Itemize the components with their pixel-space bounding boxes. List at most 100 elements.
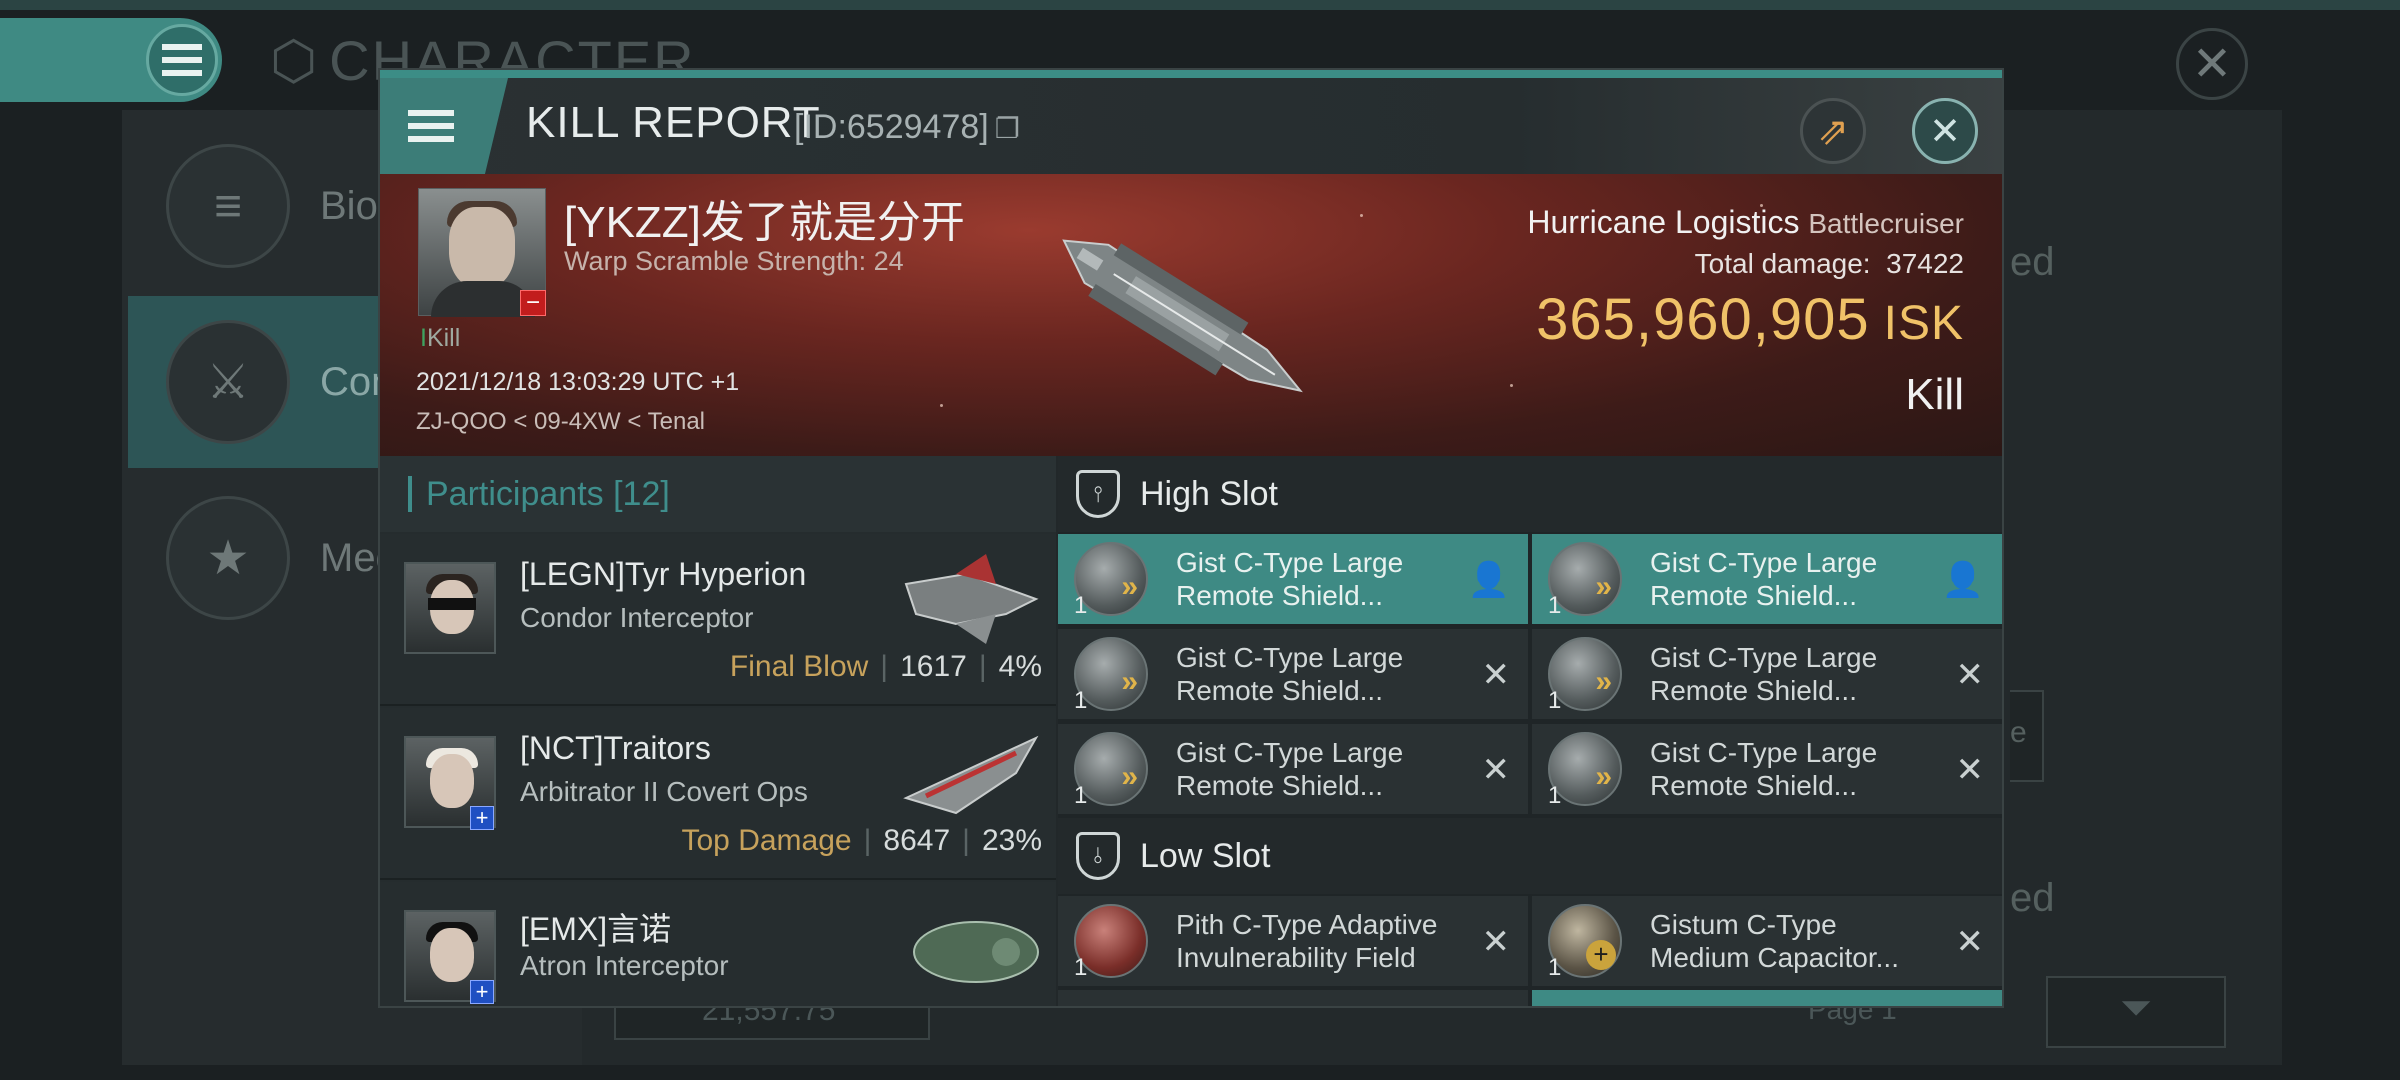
- module-slot[interactable]: 1 Pith C-Type Adaptive Invulnerability Fi…: [1058, 896, 1528, 986]
- module-qty: 1: [1074, 687, 1088, 714]
- top-damage-tag: Top Damage: [681, 824, 852, 857]
- destroyed-icon: ✕: [1481, 923, 1511, 961]
- victim-banner: − [YKZZ]发了就是分开 Warp Scramble Strength: 2…: [380, 174, 2002, 456]
- participant-ship: Condor Interceptor: [520, 602, 754, 633]
- goggles: [428, 598, 476, 610]
- module-slot[interactable]: » 1 Gist C-Type Large Remote Shield... 👤: [1058, 534, 1528, 624]
- vitruvian-icon: ⬡: [270, 31, 320, 91]
- star-speck: [1360, 214, 1363, 217]
- high-slot-header: ⫯ High Slot: [1058, 456, 2002, 532]
- participant-avatar: [404, 562, 496, 654]
- top-strip: [0, 0, 2400, 10]
- module-qty: 1: [1074, 782, 1088, 809]
- module-slot[interactable]: » 1 Gist C-Type Large Remote Shield... ✕: [1532, 724, 2002, 814]
- participant-name: [EMX]言诺: [520, 911, 672, 947]
- total-damage: Total damage: 37422: [1694, 248, 1964, 279]
- participant-damage: 1617: [900, 650, 967, 683]
- participants-header[interactable]: Participants [12]: [380, 456, 1056, 532]
- module-name: Gist C-Type Large Remote Shield...: [1176, 737, 1404, 801]
- module-qty: 1: [1074, 954, 1088, 981]
- module-slot[interactable]: + 1 Gistum C-Type Medium Capacitor... ✕: [1532, 896, 2002, 986]
- star-badge-icon: ★: [166, 496, 290, 620]
- kill-id: [ID:6529478] ❐: [794, 108, 1020, 146]
- module-slot[interactable]: » 1 Gist C-Type Large Remote Shield... ✕: [1532, 629, 2002, 719]
- close-button[interactable]: ✕: [1912, 98, 1978, 164]
- pilot-icon: 👤: [1467, 561, 1510, 599]
- kill-location[interactable]: ZJ-QOO < 09-4XW < Tenal: [416, 408, 705, 436]
- destroyed-icon: ✕: [1481, 656, 1511, 694]
- fitting-panel: ⫯ High Slot » 1 Gist C-Type Large Remote …: [1058, 456, 2002, 1006]
- destroyed-icon: ✕: [1955, 923, 1985, 961]
- module-name: Pith C-Type Adaptive Invulnerability Fiel…: [1176, 909, 1438, 973]
- module-qty: 1: [1548, 954, 1562, 981]
- module-name: Gist C-Type Large Remote Shield...: [1176, 642, 1404, 706]
- filter-button[interactable]: ⏷: [2046, 976, 2226, 1048]
- module-slot[interactable]: » 1 Gist C-Type Large Remote Shield... ✕: [1058, 724, 1528, 814]
- filter-icon: ⏷: [2120, 986, 2152, 1030]
- participant-row[interactable]: + [EMX]言诺 Atron Interceptor: [380, 882, 1056, 1006]
- result-label: Kill: [1905, 370, 1964, 419]
- character-close-button[interactable]: ✕: [2176, 28, 2248, 100]
- participant-damage: 8647: [883, 824, 951, 857]
- module-slot[interactable]: » 1 Gist C-Type Large Remote Shield... 👤: [1532, 534, 2002, 624]
- modal-accent-line: [380, 70, 2002, 78]
- participant-stats: Final Blow | 1617 | 4%: [729, 650, 1042, 683]
- warp-scramble-strength: Warp Scramble Strength: 24: [564, 246, 904, 276]
- main-menu-button[interactable]: [146, 24, 218, 96]
- star-speck: [940, 404, 943, 407]
- participant-row[interactable]: + [NCT]Traitors Arbitrator II Covert Ops…: [380, 708, 1056, 880]
- participant-ship: Atron Interceptor: [520, 950, 729, 981]
- modal-title: KILL REPORT: [526, 98, 821, 147]
- star-speck: [1510, 384, 1513, 387]
- module-name: Gist C-Type Large Remote Shield...: [1650, 642, 1878, 706]
- destroyed-icon: ✕: [1955, 751, 1985, 789]
- bg-text-fragment: e: [2010, 716, 2027, 749]
- hamburger-icon: [162, 44, 202, 76]
- close-icon: ✕: [2191, 38, 2233, 91]
- victim-ship-name: Hurricane Logistics Battlecruiser: [1527, 204, 1964, 240]
- destroyed-icon: ✕: [1481, 751, 1511, 789]
- module-slot-partial[interactable]: [1532, 990, 2002, 1006]
- participant-name: [NCT]Traitors: [520, 730, 711, 766]
- participants-panel: Participants [12] [LEGN]Tyr Hyperion Con…: [380, 456, 1056, 1006]
- module-name: Gist C-Type Large Remote Shield...: [1650, 737, 1878, 801]
- pilot-icon: 👤: [1941, 561, 1984, 599]
- participant-stats: Top Damage | 8647 | 23%: [681, 824, 1043, 857]
- participant-percent: 4%: [998, 650, 1042, 683]
- module-name: Gist C-Type Large Remote Shield...: [1650, 547, 1878, 611]
- bg-text-fragment: ed: [2010, 240, 2055, 284]
- menu-lines-icon: ≡: [166, 144, 290, 268]
- participant-ship-image: [903, 735, 1039, 815]
- participant-ship-image: [904, 554, 1039, 644]
- module-qty: 1: [1074, 592, 1088, 619]
- participant-ship: Arbitrator II Covert Ops: [520, 776, 808, 807]
- crossed-swords-icon: ⚔: [166, 320, 290, 444]
- kill-datetime: 2021/12/18 13:03:29 UTC +1: [416, 368, 740, 396]
- module-name: Gistum C-Type Medium Capacitor...: [1650, 909, 1899, 973]
- modal-header: KILL REPORT [ID:6529478] ❐ ⇗ ✕: [380, 78, 2002, 174]
- participant-row[interactable]: [LEGN]Tyr Hyperion Condor Interceptor Fi…: [380, 534, 1056, 706]
- victim-name: [YKZZ]发了就是分开: [564, 198, 965, 247]
- participant-percent: 23%: [981, 824, 1042, 857]
- share-button[interactable]: ⇗: [1800, 98, 1866, 164]
- isk-value: 365,960,905 ISK: [1536, 287, 1964, 352]
- low-slot-header: ⫰ Low Slot: [1058, 818, 2002, 894]
- victim-ship-image: [1062, 239, 1303, 393]
- isk-unit: ISK: [1883, 297, 1964, 350]
- kill-count: IKill: [420, 324, 461, 352]
- modal-menu-button[interactable]: [380, 78, 508, 174]
- friendly-badge: +: [470, 980, 494, 1004]
- friendly-badge: +: [470, 806, 494, 830]
- sidebar-item-label: Bio: [320, 183, 378, 228]
- low-slot-icon: ⫰: [1076, 832, 1120, 880]
- high-slot-icon: ⫯: [1076, 470, 1120, 518]
- participant-name: [LEGN]Tyr Hyperion: [520, 556, 807, 592]
- module-slot-partial[interactable]: [1058, 990, 1528, 1006]
- copy-icon[interactable]: ❐: [995, 112, 1020, 145]
- module-qty: 1: [1548, 782, 1562, 809]
- ship-class: Battlecruiser: [1808, 208, 1964, 239]
- hamburger-icon: [408, 110, 454, 142]
- participant-ship-image: [913, 921, 1039, 983]
- module-slot[interactable]: » 1 Gist C-Type Large Remote Shield... ✕: [1058, 629, 1528, 719]
- module-name: Gist C-Type Large Remote Shield...: [1176, 547, 1404, 611]
